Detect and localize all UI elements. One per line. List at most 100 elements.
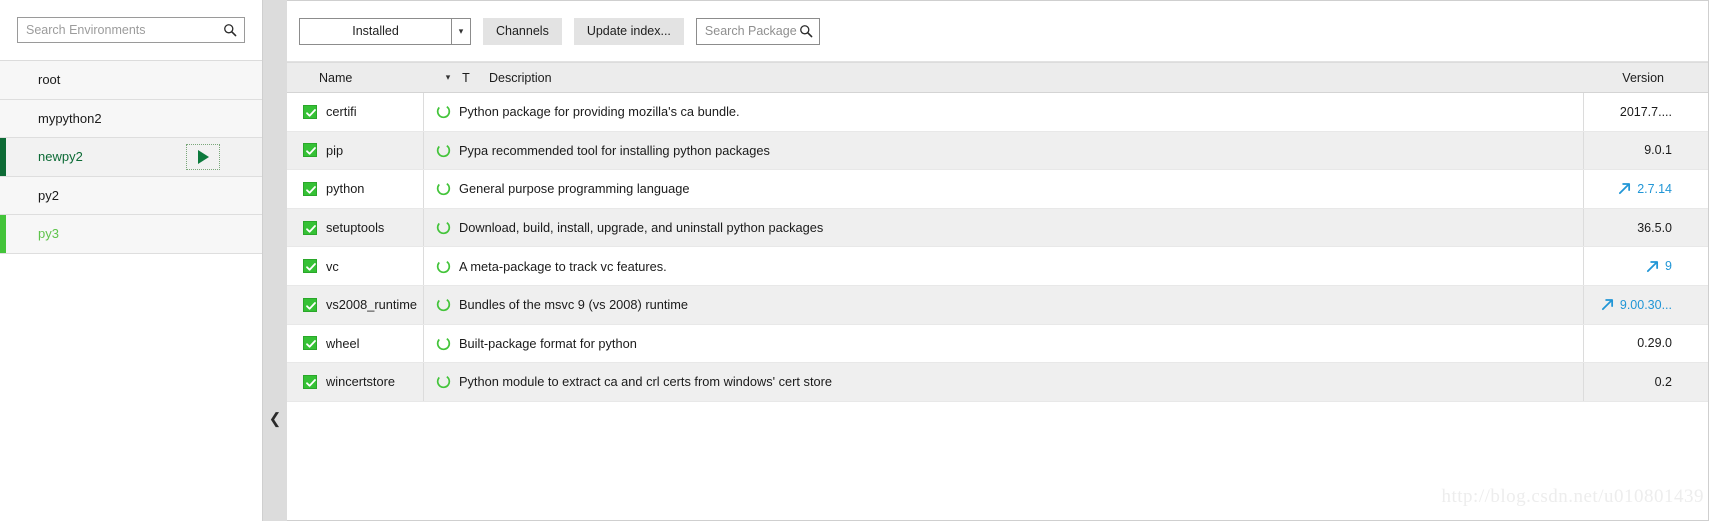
package-description: Python module to extract ca and crl cert… [459,374,832,390]
environment-item-py2[interactable]: py2 [0,176,262,215]
table-row[interactable]: wheel Built-package format for python 0.… [287,324,1708,364]
package-version-cell[interactable]: 9 [1583,247,1708,285]
check-icon [306,186,316,194]
environment-name: newpy2 [38,149,83,165]
check-icon [306,340,316,349]
search-packages-input[interactable] [704,18,797,44]
package-name-cell: vc [287,247,424,285]
update-index-button[interactable]: Update index... [573,17,684,45]
search-environments-input[interactable] [18,18,244,42]
search-environments-field[interactable] [17,17,245,43]
environment-name: py3 [38,226,59,242]
upgrade-arrow-icon[interactable] [1601,298,1614,311]
package-filter-select[interactable]: Installed ▾ [299,17,471,45]
column-header-name[interactable]: Name [319,71,439,85]
package-checkbox[interactable] [303,143,317,158]
package-checkbox[interactable] [303,104,317,119]
sidebar-splitter[interactable]: ❮ [263,0,287,521]
package-description: Bundles of the msvc 9 (vs 2008) runtime [459,297,689,313]
conda-ring-icon [436,298,451,312]
package-description-cell: Bundles of the msvc 9 (vs 2008) runtime [424,286,1583,324]
column-header-version[interactable]: Version [1588,71,1708,85]
package-name-cell: pip [287,131,424,170]
check-icon [306,379,316,387]
table-row[interactable]: vs2008_runtime Bundles of the msvc 9 (vs… [287,285,1708,325]
environment-item-mypython2[interactable]: mypython2 [0,99,262,138]
environment-item-newpy2[interactable]: newpy2 [0,138,262,177]
package-version-cell[interactable]: 9.0.1 [1583,131,1708,170]
conda-ring-icon [436,259,451,273]
package-description-cell: Download, build, install, upgrade, and u… [424,209,1583,247]
table-row[interactable]: certifi Python package for providing moz… [287,93,1708,132]
package-name-cell: certifi [287,93,424,131]
table-row[interactable]: wincertstore Python module to extract ca… [287,363,1708,402]
table-row[interactable]: pip Pypa recommended tool for installing… [287,131,1708,171]
packages-table-header: Name ▾ T Description Version [287,62,1708,93]
table-row[interactable]: setuptools Download, build, install, upg… [287,208,1708,248]
table-row[interactable]: vc A meta-package to track vc features. … [287,247,1708,286]
package-description-cell: General purpose programming language [424,170,1583,208]
package-checkbox[interactable] [303,297,317,312]
conda-ring-icon [436,182,451,196]
channels-button[interactable]: Channels [483,17,562,45]
environment-name: root [38,72,61,88]
search-icon [800,25,813,38]
package-version-cell[interactable]: 0.29.0 [1583,324,1708,363]
conda-ring-icon [436,375,451,389]
check-icon [306,263,316,271]
package-description: Built-package format for python [459,335,637,351]
package-version: 9 [1665,259,1672,274]
package-description: Download, build, install, upgrade, and u… [459,220,824,236]
chevron-left-icon[interactable]: ❮ [269,412,282,427]
package-description-cell: Python package for providing mozilla's c… [424,93,1583,131]
package-version-cell[interactable]: 36.5.0 [1583,208,1708,247]
package-checkbox[interactable] [303,336,317,351]
package-version: 0.29.0 [1637,336,1672,351]
chevron-down-icon[interactable]: ▾ [451,18,470,44]
package-name-cell: vs2008_runtime [287,285,424,324]
table-row[interactable]: python General purpose programming langu… [287,170,1708,209]
upgrade-arrow-icon[interactable] [1646,260,1659,273]
chevron-down-icon[interactable]: ▾ [439,72,457,83]
package-name-cell: setuptools [287,208,424,247]
anaconda-navigator-environments: root mypython2 newpy2 py2 py3 [0,0,1709,521]
package-description: Python package for providing mozilla's c… [459,104,740,120]
upgrade-arrow-icon[interactable] [1618,182,1631,195]
package-version: 0.2 [1654,374,1672,389]
package-description: General purpose programming language [459,181,690,197]
column-header-description[interactable]: Description [475,71,1588,85]
environment-name: py2 [38,187,59,203]
package-name: vs2008_runtime [326,297,418,313]
check-icon [306,108,316,117]
check-icon [306,301,316,310]
column-header-type[interactable]: T [457,71,475,85]
package-description: Pypa recommended tool for installing pyt… [459,142,770,158]
package-version: 2017.7.... [1619,104,1672,119]
play-icon [197,149,209,164]
package-filter-value: Installed [352,24,399,38]
package-checkbox[interactable] [303,220,317,235]
package-name: pip [326,142,344,158]
search-packages-field[interactable] [695,17,820,45]
package-checkbox[interactable] [303,259,317,274]
environment-run-button[interactable] [186,143,220,170]
environment-status-bar [0,177,6,215]
package-version-cell[interactable]: 0.2 [1583,363,1708,401]
package-version: 36.5.0 [1637,220,1672,235]
packages-table: Name ▾ T Description Version certifi Pyt… [287,62,1708,402]
environment-item-py3[interactable]: py3 [0,215,262,254]
packages-toolbar: Installed ▾ Channels Update index... [287,1,1708,62]
package-version: 9.00.30... [1619,297,1672,312]
package-name-cell: python [287,170,424,208]
conda-ring-icon [436,336,451,351]
package-checkbox[interactable] [303,181,317,196]
check-icon [306,147,316,156]
package-checkbox[interactable] [303,374,317,389]
package-name-cell: wheel [287,324,424,363]
package-version-cell[interactable]: 2.7.14 [1583,170,1708,208]
package-description-cell: Python module to extract ca and crl cert… [424,363,1583,401]
package-description-cell: A meta-package to track vc features. [424,247,1583,285]
package-version-cell[interactable]: 2017.7.... [1583,93,1708,131]
package-version-cell[interactable]: 9.00.30... [1583,285,1708,324]
environment-item-root[interactable]: root [0,61,262,100]
